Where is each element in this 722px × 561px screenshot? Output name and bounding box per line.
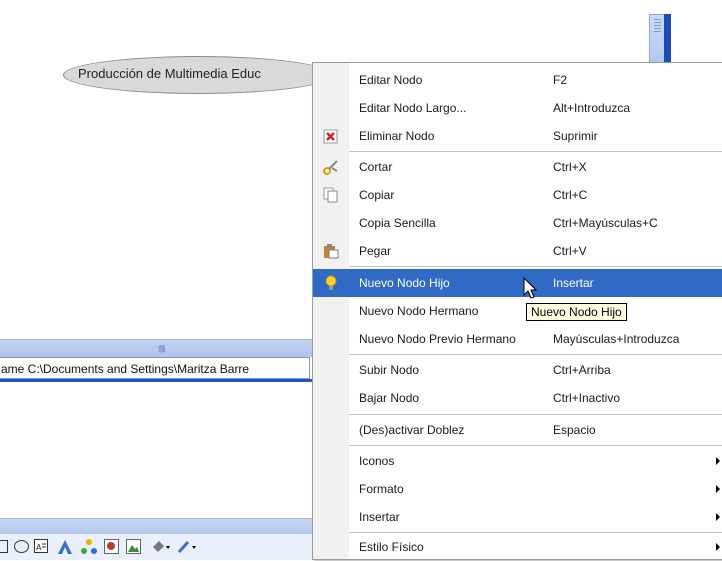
menu-item-shortcut: F2 xyxy=(553,73,568,87)
menu-item-shortcut: Ctrl+Inactivo xyxy=(553,391,621,405)
menu-item-shortcut: Alt+Introduzca xyxy=(553,101,631,115)
menu-item-label: Nuevo Nodo Previo Hermano xyxy=(359,332,516,346)
divider xyxy=(0,379,312,382)
menu-item-insertar[interactable]: Insertar xyxy=(313,503,722,531)
pane-splitter[interactable]: |||||| xyxy=(0,339,312,357)
menu-item-nuevo-nodo-hermano[interactable]: Nuevo Nodo Hermano xyxy=(313,297,722,325)
drawing-toolbar: A xyxy=(0,534,312,560)
oval-tool-icon[interactable] xyxy=(14,540,29,553)
submenu-arrow-icon xyxy=(716,513,720,521)
menu-item-label: Copia Sencilla xyxy=(359,216,436,230)
node-label: Producción de Multimedia Educ xyxy=(78,66,261,81)
menu-item-label: Insertar xyxy=(359,510,400,524)
scissors-icon xyxy=(323,159,339,175)
menu-item-shortcut: Ctrl+X xyxy=(553,160,587,174)
menu-item-label: Subir Nodo xyxy=(359,363,420,377)
menu-item-label: Nuevo Nodo Hermano xyxy=(359,304,479,318)
menu-item-copia-sencilla[interactable]: Copia Sencilla Ctrl+Mayúsculas+C xyxy=(313,209,722,237)
submenu-arrow-icon xyxy=(716,543,720,551)
clipart-tool-icon[interactable] xyxy=(104,539,119,554)
menu-item-subir-nodo[interactable]: Subir Nodo Ctrl+Arriba xyxy=(313,356,722,384)
textbox-tool-icon[interactable]: A xyxy=(34,539,48,553)
vertical-scrollbar[interactable] xyxy=(649,14,665,64)
submenu-arrow-icon xyxy=(716,485,720,493)
submenu-arrow-icon xyxy=(716,457,720,465)
menu-item-nuevo-nodo-previo-hermano[interactable]: Nuevo Nodo Previo Hermano Mayúsculas+Int… xyxy=(313,325,722,353)
mouse-pointer-icon xyxy=(523,276,539,301)
menu-item-estilo-fisico[interactable]: Estilo Físico xyxy=(313,533,722,561)
fill-color-icon[interactable] xyxy=(150,538,170,556)
menu-item-shortcut: Mayúsculas+Introduzca xyxy=(553,332,680,346)
context-menu: Editar Nodo F2 Editar Nodo Largo... Alt+… xyxy=(312,62,722,560)
menu-item-editar-nodo[interactable]: Editar Nodo F2 xyxy=(313,66,722,94)
mindmap-node[interactable]: Producción de Multimedia Educ xyxy=(63,56,333,94)
menu-item-label: Editar Nodo xyxy=(359,73,423,87)
menu-item-shortcut: Ctrl+Mayúsculas+C xyxy=(553,216,658,230)
menu-item-label: (Des)activar Doblez xyxy=(359,423,465,437)
splitter-grip-icon: |||||| xyxy=(158,344,166,353)
menu-separator xyxy=(349,445,722,446)
menu-item-formato[interactable]: Formato xyxy=(313,475,722,503)
menu-item-label: Estilo Físico xyxy=(359,540,424,554)
menu-item-shortcut: Ctrl+Arriba xyxy=(553,363,611,377)
menu-item-iconos[interactable]: Iconos xyxy=(313,447,722,475)
menu-item-pegar[interactable]: Pegar Ctrl+V xyxy=(313,237,722,265)
menu-item-cortar[interactable]: Cortar Ctrl+X xyxy=(313,153,722,181)
menu-item-label: Bajar Nodo xyxy=(359,391,420,405)
menu-item-label: Pegar xyxy=(359,244,392,258)
menu-item-shortcut: Suprimir xyxy=(553,129,598,143)
menu-item-label: Formato xyxy=(359,482,404,496)
menu-item-label: Editar Nodo Largo... xyxy=(359,101,467,115)
menu-item-eliminar-nodo[interactable]: Eliminar Nodo Suprimir xyxy=(313,122,722,150)
status-field: ame C:\Documents and Settings\Maritza Ba… xyxy=(0,357,310,379)
menu-item-shortcut: Ctrl+V xyxy=(553,244,587,258)
delete-icon xyxy=(323,128,339,144)
paste-icon xyxy=(323,243,339,259)
menu-item-label: Copiar xyxy=(359,188,395,202)
menu-item-shortcut: Espacio xyxy=(553,423,596,437)
menu-item-nuevo-nodo-hijo[interactable]: Nuevo Nodo Hijo Insertar xyxy=(313,269,722,297)
menu-item-editar-nodo-largo[interactable]: Editar Nodo Largo... Alt+Introduzca xyxy=(313,94,722,122)
scrollbar-edge xyxy=(664,14,671,64)
status-text: ame C:\Documents and Settings\Maritza Ba… xyxy=(1,362,250,376)
menu-separator xyxy=(349,354,722,355)
menu-item-copiar[interactable]: Copiar Ctrl+C xyxy=(313,181,722,209)
menu-item-label: Nuevo Nodo Hijo xyxy=(359,276,450,290)
svg-text:A: A xyxy=(36,543,42,552)
tooltip: Nuevo Nodo Hijo xyxy=(526,303,627,321)
wordart-tool-icon[interactable] xyxy=(56,538,74,556)
menu-item-shortcut: Insertar xyxy=(553,276,594,290)
menu-item-label: Cortar xyxy=(359,160,393,174)
line-color-icon[interactable] xyxy=(176,538,196,556)
rectangle-tool-icon[interactable] xyxy=(0,540,8,553)
diagram-tool-icon[interactable] xyxy=(80,538,98,556)
menu-separator xyxy=(349,151,722,152)
menu-item-shortcut: Ctrl+C xyxy=(553,188,588,202)
picture-tool-icon[interactable] xyxy=(126,539,141,554)
menu-separator xyxy=(349,266,722,267)
bottom-toolbar-header xyxy=(0,518,312,534)
copy-icon xyxy=(323,187,339,203)
menu-item-label: Iconos xyxy=(359,454,395,468)
menu-item-bajar-nodo[interactable]: Bajar Nodo Ctrl+Inactivo xyxy=(313,384,722,412)
menu-item-activar-doblez[interactable]: (Des)activar Doblez Espacio xyxy=(313,416,722,444)
lightbulb-icon xyxy=(323,275,339,291)
menu-separator xyxy=(349,414,722,415)
menu-item-label: Eliminar Nodo xyxy=(359,129,435,143)
